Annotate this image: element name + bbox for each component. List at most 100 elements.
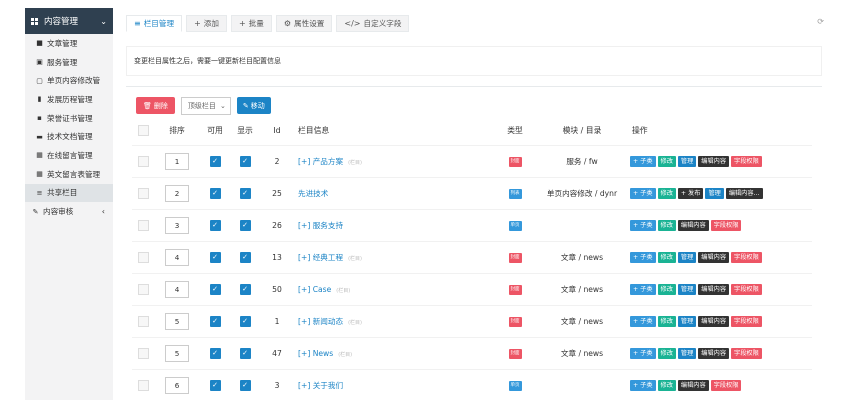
action-button[interactable]: 编辑内容 bbox=[677, 219, 709, 231]
action-button[interactable]: 编辑内容 bbox=[677, 379, 709, 391]
order-input[interactable]: 1 bbox=[165, 152, 189, 170]
action-button[interactable]: + 子类 bbox=[630, 155, 656, 167]
action-button[interactable]: 编辑内容 bbox=[698, 347, 730, 359]
enabled-checkbox[interactable]: ✓ bbox=[209, 219, 221, 231]
enabled-checkbox[interactable]: ✓ bbox=[209, 379, 221, 391]
row-checkbox[interactable] bbox=[132, 240, 154, 273]
action-button[interactable]: 管理 bbox=[677, 155, 697, 167]
action-button[interactable]: 管理 bbox=[677, 347, 697, 359]
move-button[interactable]: ✎ 移动 bbox=[236, 97, 271, 114]
category-name-link[interactable]: [+] 产品方案 bbox=[298, 157, 343, 166]
refresh-icon[interactable]: ⟳ bbox=[817, 17, 824, 26]
enabled-checkbox[interactable]: ✓ bbox=[209, 347, 221, 359]
action-button[interactable]: 字段权限 bbox=[731, 315, 762, 327]
parent-category-select[interactable]: 顶级栏目 ⌄ bbox=[180, 96, 231, 115]
category-name-link[interactable]: [+] 服务支持 bbox=[298, 221, 343, 230]
order-input[interactable]: 5 bbox=[165, 312, 189, 330]
action-button[interactable]: 修改 bbox=[657, 219, 676, 231]
sidebar-item[interactable]: ▮ 发展历程管理 bbox=[25, 90, 113, 109]
action-button[interactable]: 编辑内容 bbox=[698, 315, 730, 327]
order-input[interactable]: 4 bbox=[165, 280, 189, 298]
sidebar-item[interactable]: ▦ 在线留言管理 bbox=[25, 146, 113, 165]
sidebar-item[interactable]: ≡ 共享栏目 bbox=[25, 183, 113, 203]
action-button[interactable]: 编辑内容 bbox=[698, 155, 730, 167]
action-button[interactable]: 修改 bbox=[657, 283, 676, 295]
sidebar-item[interactable]: ▦ 英文留言表管理 bbox=[25, 165, 113, 184]
select-all-checkbox[interactable] bbox=[132, 117, 154, 145]
row-checkbox[interactable] bbox=[132, 272, 154, 305]
order-input[interactable]: 6 bbox=[165, 376, 189, 394]
action-button[interactable]: + 子类 bbox=[630, 283, 656, 295]
enabled-checkbox[interactable]: ✓ bbox=[209, 315, 221, 327]
action-button[interactable]: 编辑内容… bbox=[725, 187, 763, 199]
sidebar-group-review[interactable]: ✎ 内容审核 ‹ bbox=[25, 202, 113, 221]
row-checkbox[interactable] bbox=[132, 176, 154, 209]
row-checkbox[interactable] bbox=[132, 304, 154, 337]
visible-checkbox[interactable]: ✓ bbox=[239, 251, 251, 263]
sidebar-item[interactable]: ▪ 荣誉证书管理 bbox=[25, 109, 113, 128]
category-name-link[interactable]: [+] News bbox=[298, 349, 333, 358]
visible-checkbox[interactable]: ✓ bbox=[239, 379, 251, 391]
category-name-link[interactable]: [+] 经典工程 bbox=[298, 253, 343, 262]
action-button[interactable]: 编辑内容 bbox=[698, 251, 730, 263]
row-checkbox[interactable] bbox=[132, 208, 154, 241]
tab[interactable]: </> 自定义字段 bbox=[336, 15, 410, 32]
visible-checkbox[interactable]: ✓ bbox=[239, 219, 251, 231]
sidebar-group-content[interactable]: 内容管理 ⌄ bbox=[25, 8, 113, 34]
enabled-checkbox[interactable]: ✓ bbox=[209, 187, 221, 199]
action-button[interactable]: 字段权限 bbox=[710, 379, 742, 391]
action-button[interactable]: 修改 bbox=[657, 155, 676, 167]
sidebar-item[interactable]: ▣ 服务管理 bbox=[25, 53, 113, 72]
enabled-checkbox[interactable]: ✓ bbox=[209, 251, 221, 263]
visible-checkbox[interactable]: ✓ bbox=[239, 283, 251, 295]
sidebar-item[interactable]: ■ 文章管理 bbox=[25, 34, 113, 53]
visible-checkbox[interactable]: ✓ bbox=[239, 155, 251, 167]
action-button[interactable]: + 子类 bbox=[630, 251, 656, 263]
action-button[interactable]: 字段权限 bbox=[731, 283, 762, 295]
tab[interactable]: ≡ 栏目管理 bbox=[126, 15, 183, 32]
action-button[interactable]: 字段权限 bbox=[731, 155, 762, 167]
sidebar-item[interactable]: ▢ 单页内容修改管 bbox=[25, 71, 113, 90]
order-input[interactable]: 4 bbox=[165, 248, 189, 266]
tab[interactable]: ⚙ 属性设置 bbox=[275, 15, 333, 32]
action-button[interactable]: + 发布 bbox=[677, 187, 704, 199]
action-button[interactable]: 修改 bbox=[657, 251, 676, 263]
category-name-link[interactable]: 先进技术 bbox=[298, 189, 328, 198]
visible-checkbox[interactable]: ✓ bbox=[239, 187, 251, 199]
action-button[interactable]: 修改 bbox=[657, 315, 676, 327]
action-button[interactable]: 管理 bbox=[677, 315, 697, 327]
order-input[interactable]: 3 bbox=[165, 216, 189, 234]
tab[interactable]: + 批量 bbox=[230, 15, 272, 32]
action-button[interactable]: 字段权限 bbox=[710, 219, 742, 231]
row-checkbox[interactable] bbox=[132, 336, 154, 369]
action-button[interactable]: + 子类 bbox=[630, 219, 656, 231]
category-name-link[interactable]: [+] 关于我们 bbox=[298, 381, 343, 390]
action-button[interactable]: + 子类 bbox=[630, 347, 656, 359]
action-button[interactable]: 编辑内容 bbox=[698, 283, 730, 295]
action-button[interactable]: 字段权限 bbox=[731, 347, 762, 359]
action-button[interactable]: + 子类 bbox=[630, 315, 656, 327]
visible-checkbox[interactable]: ✓ bbox=[239, 347, 251, 359]
action-button[interactable]: 修改 bbox=[657, 187, 676, 199]
module-dir: 服务 / fw bbox=[536, 144, 628, 177]
order-input[interactable]: 2 bbox=[165, 184, 189, 202]
visible-checkbox[interactable]: ✓ bbox=[239, 315, 251, 327]
row-checkbox[interactable] bbox=[132, 144, 154, 177]
delete-button[interactable]: 🗑︎ 删除 bbox=[136, 97, 175, 114]
action-button[interactable]: 修改 bbox=[657, 379, 676, 391]
action-button[interactable]: + 子类 bbox=[630, 187, 656, 199]
order-input[interactable]: 5 bbox=[165, 344, 189, 362]
sidebar-item[interactable]: ▬ 技术文档管理 bbox=[25, 127, 113, 146]
action-button[interactable]: 管理 bbox=[705, 187, 724, 199]
category-name-link[interactable]: [+] Case bbox=[298, 285, 331, 294]
tab[interactable]: + 添加 bbox=[186, 15, 227, 32]
row-checkbox[interactable] bbox=[132, 368, 154, 400]
category-name-link[interactable]: [+] 新闻动态 bbox=[298, 317, 343, 326]
action-button[interactable]: + 子类 bbox=[630, 379, 656, 391]
enabled-checkbox[interactable]: ✓ bbox=[209, 155, 221, 167]
action-button[interactable]: 字段权限 bbox=[731, 251, 762, 263]
action-button[interactable]: 修改 bbox=[657, 347, 676, 359]
action-button[interactable]: 管理 bbox=[677, 283, 697, 295]
enabled-checkbox[interactable]: ✓ bbox=[209, 283, 221, 295]
action-button[interactable]: 管理 bbox=[677, 251, 697, 263]
